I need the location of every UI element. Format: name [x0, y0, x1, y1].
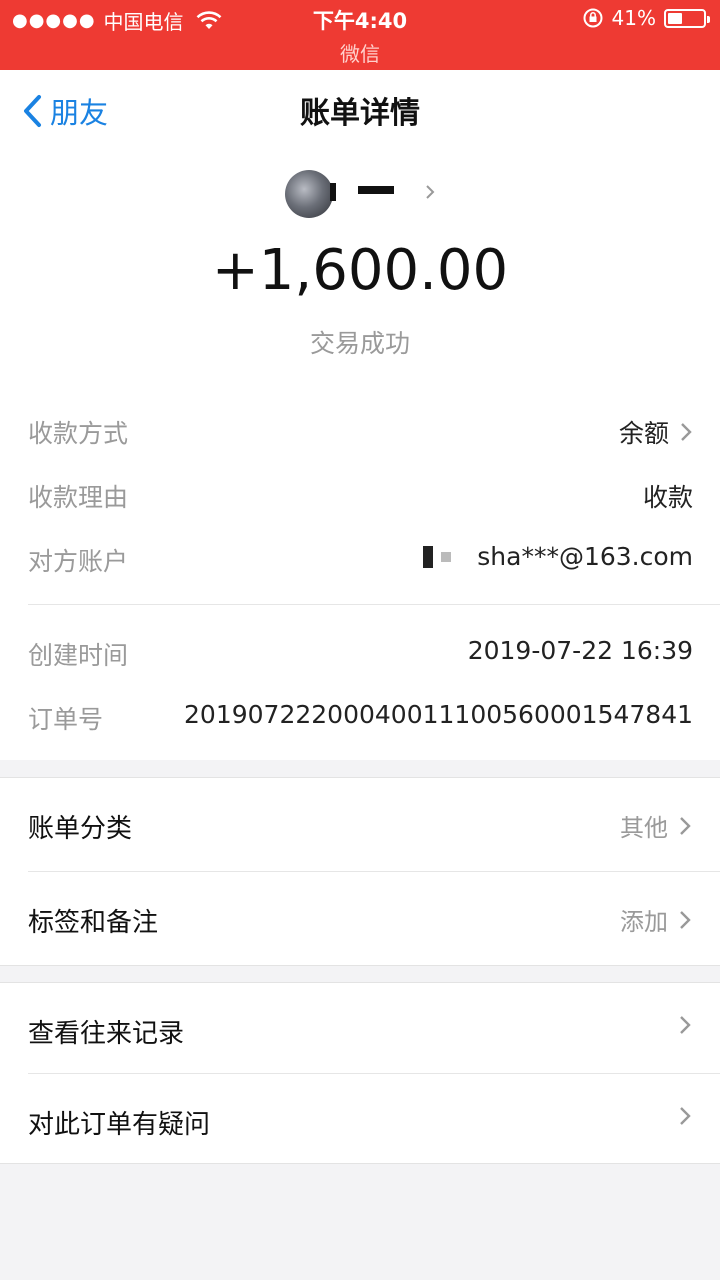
order-number-label: 订单号 [28, 705, 104, 734]
status-app-name[interactable]: 微信 [0, 38, 720, 67]
page-title: 账单详情 [300, 96, 420, 131]
battery-icon [664, 8, 710, 28]
status-right: 41% [582, 6, 710, 30]
created-time-row: 创建时间 2019-07-22 16:39 [28, 636, 693, 676]
battery-fill [668, 12, 682, 24]
bill-category-label: 账单分类 [28, 814, 133, 844]
status-bar: ●●●●● 中国电信 下午4:40 微信 41% [0, 0, 720, 70]
bill-category-value: 其他 [620, 814, 668, 842]
chevron-right-icon [680, 910, 691, 929]
redacted-name [330, 183, 336, 201]
transaction-amount: +1,600.00 [211, 238, 509, 303]
chevron-right-icon[interactable] [424, 182, 436, 202]
navigation-bar: 朋友 账单详情 [0, 70, 720, 146]
order-number-row: 订单号 20190722200040011100560001547841 [28, 700, 693, 740]
chevron-right-icon [680, 816, 691, 835]
tags-notes-label: 标签和备注 [28, 908, 159, 938]
chevron-right-icon [681, 423, 692, 441]
redacted-account [423, 545, 452, 568]
chevron-right-icon [680, 1016, 691, 1034]
bill-category-item[interactable]: 账单分类 其他 [0, 778, 720, 870]
created-time-value: 2019-07-22 16:39 [467, 636, 693, 665]
order-question-item[interactable]: 对此订单有疑问 [0, 1074, 720, 1164]
battery-tip [707, 15, 710, 23]
account-row: 对方账户 sha***@163.com [28, 542, 693, 582]
payment-reason-label: 收款理由 [28, 483, 129, 512]
transaction-header: +1,600.00 交易成功 [0, 146, 720, 386]
menu-group-bill: 账单分类 其他 标签和备注 添加 [0, 777, 720, 966]
payment-method-row[interactable]: 收款方式 余额 [28, 414, 693, 454]
payment-reason-row: 收款理由 收款 [28, 478, 693, 518]
menu-group-actions: 查看往来记录 对此订单有疑问 [0, 982, 720, 1164]
avatar[interactable] [285, 170, 333, 218]
order-question-label: 对此订单有疑问 [28, 1110, 211, 1140]
account-value: sha***@163.com [477, 542, 693, 571]
details-section: 收款方式 余额 收款理由 收款 对方账户 sha***@163.com 创建时间… [0, 386, 720, 760]
created-time-label: 创建时间 [28, 641, 129, 670]
payment-method-label: 收款方式 [28, 419, 129, 448]
rotation-lock-icon [583, 8, 603, 28]
tags-notes-value: 添加 [620, 908, 668, 936]
view-history-label: 查看往来记录 [28, 1019, 185, 1049]
divider [28, 604, 720, 605]
transaction-status: 交易成功 [309, 329, 410, 358]
account-label: 对方账户 [28, 547, 129, 576]
view-history-item[interactable]: 查看往来记录 [0, 983, 720, 1073]
tags-notes-item[interactable]: 标签和备注 添加 [0, 872, 720, 964]
battery-percent: 41% [611, 6, 656, 30]
order-number-value: 20190722200040011100560001547841 [184, 700, 693, 729]
payment-method-value: 余额 [618, 419, 669, 448]
payment-reason-value: 收款 [642, 483, 693, 512]
redacted-name [358, 186, 394, 194]
chevron-right-icon [680, 1107, 691, 1125]
